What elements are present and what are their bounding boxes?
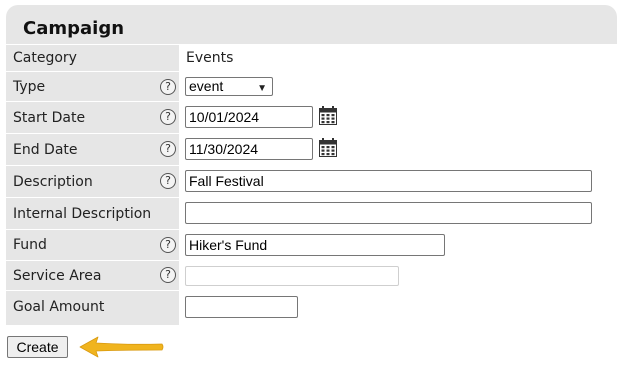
help-icon[interactable]: ? [160,109,176,125]
fund-input[interactable]: Hiker's Fund [185,234,445,256]
help-icon[interactable]: ? [160,267,176,283]
help-icon[interactable]: ? [160,237,176,253]
calendar-icon[interactable] [319,138,337,157]
help-icon[interactable]: ? [160,173,176,189]
internal-description-input[interactable] [185,202,592,224]
help-icon[interactable]: ? [160,79,176,95]
row-divider [6,71,617,72]
row-divider [6,44,617,45]
description-input[interactable]: Fall Festival [185,170,592,192]
category-label: Category [13,50,77,66]
help-icon[interactable]: ? [160,141,176,157]
arrow-left-icon [79,336,164,358]
panel-title: Campaign [23,18,125,39]
row-divider [6,101,617,102]
internal-description-label: Internal Description [13,206,152,222]
goal-amount-input[interactable] [185,296,298,318]
service-area-label: Service Area [13,268,102,284]
description-label: Description [13,174,93,190]
type-select[interactable]: event ▼ [185,77,273,96]
start-date-label: Start Date [13,110,86,126]
row-divider [6,260,617,261]
row-divider [6,133,617,134]
start-date-input[interactable]: 10/01/2024 [185,106,313,128]
goal-amount-label: Goal Amount [13,299,105,315]
type-select-value: event [189,78,224,94]
chevron-down-icon: ▼ [257,83,267,94]
row-divider [6,165,617,166]
row-divider [6,229,617,230]
create-button[interactable]: Create [7,336,68,358]
type-label: Type [13,79,46,95]
category-value: Events [186,50,234,66]
end-date-label: End Date [13,142,78,158]
service-area-input[interactable] [185,266,399,286]
row-divider [6,197,617,198]
end-date-input[interactable]: 11/30/2024 [185,138,313,160]
row-divider [6,290,617,291]
calendar-icon[interactable] [319,106,337,125]
fund-label: Fund [13,237,47,253]
